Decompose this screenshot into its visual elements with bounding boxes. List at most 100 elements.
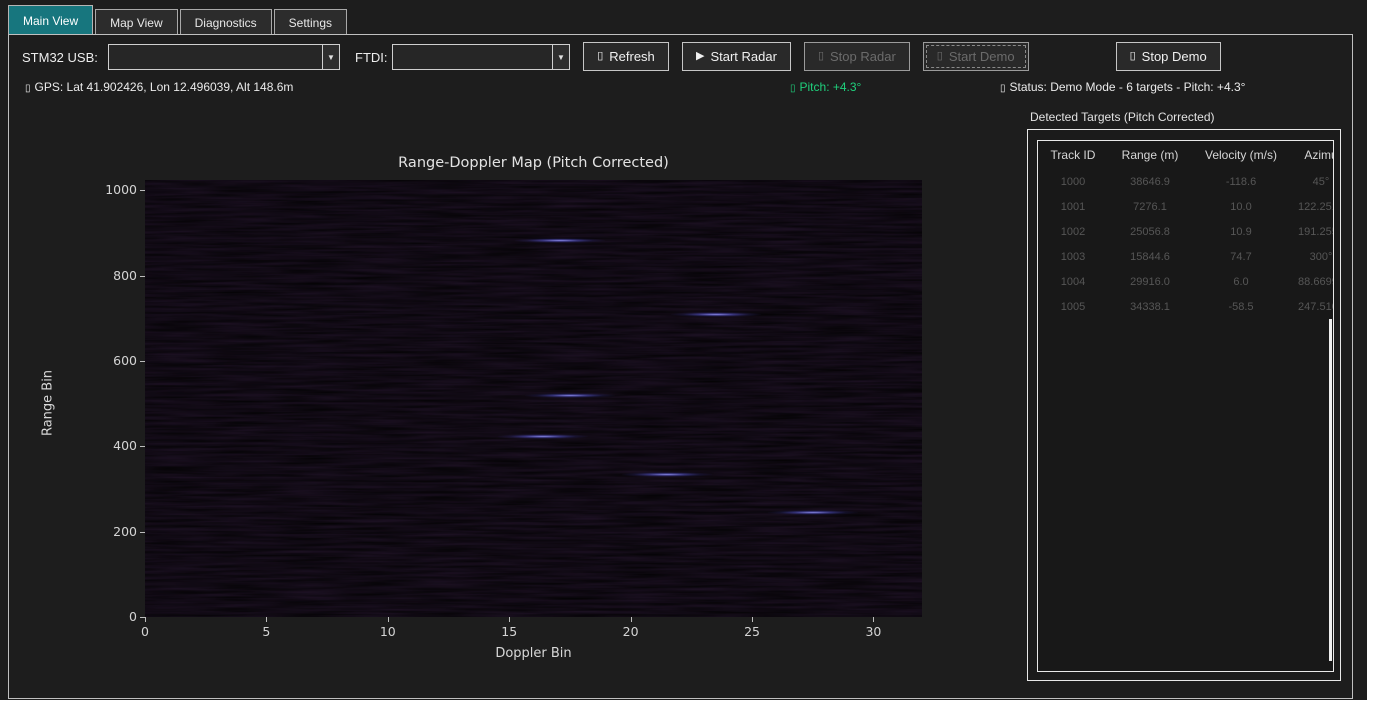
column-header-0[interactable]: Track ID xyxy=(1038,148,1108,162)
placeholder-box-icon: ▯ xyxy=(1130,51,1136,62)
cell-3: 122.2510 xyxy=(1290,201,1334,213)
x-tick-mark xyxy=(752,617,753,622)
column-header-3[interactable]: Azimu xyxy=(1290,148,1334,162)
x-tick-label: 20 xyxy=(611,624,651,639)
placeholder-box-icon: ▯ xyxy=(597,51,603,62)
gps-status-text: ▯GPS: Lat 41.902426, Lon 12.496039, Alt … xyxy=(25,80,293,94)
cell-0: 1005 xyxy=(1038,301,1108,313)
cell-0: 1003 xyxy=(1038,251,1108,263)
column-header-1[interactable]: Range (m) xyxy=(1108,148,1192,162)
cell-0: 1001 xyxy=(1038,201,1108,213)
x-tick-mark xyxy=(266,617,267,622)
tab-settings[interactable]: Settings xyxy=(274,9,347,35)
column-header-2[interactable]: Velocity (m/s) xyxy=(1192,148,1290,162)
x-tick-label: 30 xyxy=(853,624,893,639)
cell-3: 247.5104 xyxy=(1290,301,1334,313)
x-tick-mark xyxy=(145,617,146,622)
cell-0: 1002 xyxy=(1038,226,1108,238)
tab-main-view[interactable]: Main View xyxy=(8,5,93,35)
pitch-icon: ▯ xyxy=(790,83,796,94)
x-tick-label: 15 xyxy=(489,624,529,639)
stm32-usb-label: STM32 USB: xyxy=(22,50,98,65)
cell-1: 25056.8 xyxy=(1108,226,1192,238)
table-row[interactable]: 100429916.06.088.66998 xyxy=(1038,269,1333,294)
cell-1: 15844.6 xyxy=(1108,251,1192,263)
target-echo-streak xyxy=(515,238,605,243)
cell-3: 88.66998 xyxy=(1290,276,1334,288)
demo-status-text: ▯Status: Demo Mode - 6 targets - Pitch: … xyxy=(1000,80,1245,94)
tab-bar: Main ViewMap ViewDiagnosticsSettings xyxy=(8,5,347,35)
table-row[interactable]: 100315844.674.7300° xyxy=(1038,244,1333,269)
ftdi-port-combobox[interactable]: ▼ xyxy=(392,44,570,70)
button-label: Start Radar xyxy=(710,49,776,64)
cell-2: 74.7 xyxy=(1192,251,1290,263)
stm32-port-combobox[interactable]: ▼ xyxy=(108,44,340,70)
noise-texture xyxy=(145,180,922,617)
cell-2: 10.9 xyxy=(1192,226,1290,238)
cell-0: 1000 xyxy=(1038,176,1108,188)
target-echo-streak xyxy=(525,393,615,398)
y-tick-mark xyxy=(140,532,145,533)
cell-3: 300° xyxy=(1290,251,1334,263)
x-tick-mark xyxy=(631,617,632,622)
tab-map-view[interactable]: Map View xyxy=(95,9,177,35)
table-scrollbar-thumb[interactable] xyxy=(1329,319,1332,661)
cell-1: 29916.0 xyxy=(1108,276,1192,288)
plot-y-axis-label: Range Bin xyxy=(41,370,56,436)
plot-x-axis-label: Doppler Bin xyxy=(145,646,922,661)
stop-radar-button[interactable]: ▯ Stop Radar xyxy=(804,42,910,71)
y-tick-mark xyxy=(140,276,145,277)
table-row[interactable]: 100534338.1-58.5247.5104 xyxy=(1038,294,1333,319)
table-row[interactable]: 100225056.810.9191.2552 xyxy=(1038,219,1333,244)
cell-2: 6.0 xyxy=(1192,276,1290,288)
targets-groupbox: Track IDRange (m)Velocity (m/s)Azimu 100… xyxy=(1027,129,1341,681)
pitch-status-text: ▯Pitch: +4.3° xyxy=(790,80,861,94)
cell-0: 1004 xyxy=(1038,276,1108,288)
x-tick-mark xyxy=(509,617,510,622)
toolbar-buttons: ▯Refresh ▶ Start Radar ▯ Stop Radar ▯Start De… xyxy=(583,42,1221,71)
table-row[interactable]: 100038646.9-118.645° xyxy=(1038,169,1333,194)
start-radar-button[interactable]: ▶ Start Radar xyxy=(682,42,791,71)
cell-2: -118.6 xyxy=(1192,176,1290,188)
table-row[interactable]: 10017276.110.0122.2510 xyxy=(1038,194,1333,219)
play-icon: ▶ xyxy=(696,51,704,62)
targets-table: Track IDRange (m)Velocity (m/s)Azimu 100… xyxy=(1037,140,1334,672)
cell-1: 38646.9 xyxy=(1108,176,1192,188)
chevron-down-icon[interactable]: ▼ xyxy=(322,45,339,69)
app-window: Main ViewMap ViewDiagnosticsSettings STM… xyxy=(0,0,1367,700)
cell-3: 191.2552 xyxy=(1290,226,1334,238)
x-tick-label: 10 xyxy=(368,624,408,639)
ftdi-label: FTDI: xyxy=(355,50,388,65)
range-doppler-heatmap xyxy=(145,180,922,617)
cell-3: 45° xyxy=(1290,176,1334,188)
placeholder-box-icon: ▯ xyxy=(937,51,943,62)
y-tick-mark xyxy=(140,446,145,447)
stop-demo-button[interactable]: ▯ Stop Demo xyxy=(1116,42,1221,71)
stm32-port-value xyxy=(109,45,322,69)
targets-panel-title: Detected Targets (Pitch Corrected) xyxy=(1030,110,1215,124)
cell-2: 10.0 xyxy=(1192,201,1290,213)
plot-title: Range-Doppler Map (Pitch Corrected) xyxy=(145,155,922,171)
status-icon: ▯ xyxy=(1000,83,1006,94)
x-tick-label: 25 xyxy=(732,624,772,639)
plot-axes: 02004006008001000051015202530 xyxy=(145,180,922,617)
y-tick-label: 800 xyxy=(89,268,137,283)
target-echo-streak xyxy=(768,510,858,515)
target-echo-streak xyxy=(622,472,712,477)
x-tick-mark xyxy=(388,617,389,622)
cell-1: 34338.1 xyxy=(1108,301,1192,313)
gps-icon: ▯ xyxy=(25,83,31,94)
x-tick-label: 5 xyxy=(246,624,286,639)
button-label: Stop Demo xyxy=(1142,49,1207,64)
chevron-down-icon[interactable]: ▼ xyxy=(552,45,569,69)
button-label: Stop Radar xyxy=(830,49,896,64)
y-tick-label: 400 xyxy=(89,438,137,453)
x-tick-label: 0 xyxy=(125,624,165,639)
refresh-button[interactable]: ▯Refresh xyxy=(583,42,669,71)
tab-diagnostics[interactable]: Diagnostics xyxy=(180,9,272,35)
placeholder-box-icon: ▯ xyxy=(818,51,824,62)
ftdi-port-value xyxy=(393,45,552,69)
y-tick-mark xyxy=(140,190,145,191)
start-demo-button[interactable]: ▯Start Demo xyxy=(923,42,1029,71)
y-tick-label: 0 xyxy=(89,609,137,624)
